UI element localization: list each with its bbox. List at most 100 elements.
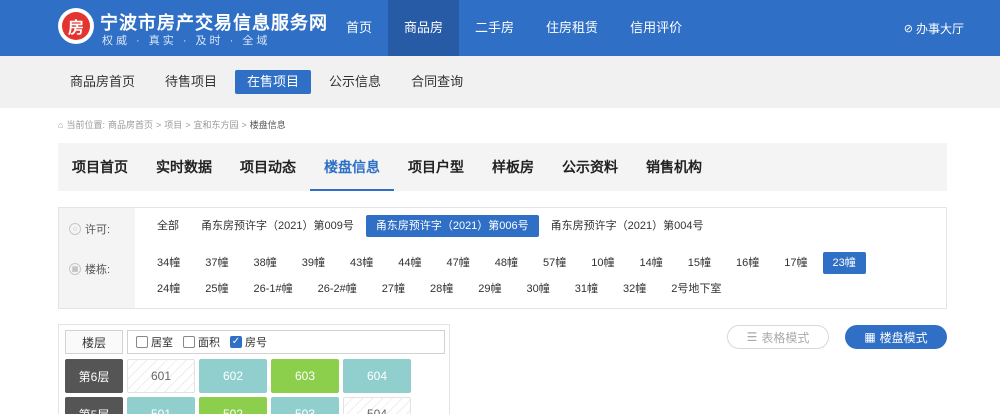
tab-realtime-data[interactable]: 实时数据 xyxy=(142,143,226,191)
unit-cell[interactable]: 501 xyxy=(127,397,195,414)
subnav-contract-query[interactable]: 合同查询 xyxy=(399,70,475,94)
permit-option[interactable]: 全部 xyxy=(147,215,189,237)
main-nav: 首页 商品房 二手房 住房租赁 信用评价 xyxy=(330,0,698,56)
unit-cell[interactable]: 503 xyxy=(271,397,339,414)
building-option[interactable]: 37幢 xyxy=(195,252,238,274)
filter-panel: ○ 许可: 全部 甬东房预许字（2021）第009号 甬东房预许字（2021）第… xyxy=(58,207,947,309)
floor-column-header: 楼层 xyxy=(65,330,123,354)
list-icon: ☰ xyxy=(746,330,758,344)
breadcrumb-separator: > xyxy=(185,119,191,130)
unit-cell[interactable]: 602 xyxy=(199,359,267,393)
grid-icon: ▦ xyxy=(864,330,876,344)
building-option[interactable]: 38幢 xyxy=(244,252,287,274)
nav-item-home[interactable]: 首页 xyxy=(330,0,388,56)
site-logo[interactable]: 房 xyxy=(58,8,94,44)
table-mode-label: 表格模式 xyxy=(761,330,810,345)
permit-label-text: 许可: xyxy=(85,224,111,236)
building-option[interactable]: 24幢 xyxy=(147,278,190,300)
breadcrumb-separator: > xyxy=(241,119,247,130)
building-mode-button[interactable]: ▦ 楼盘模式 xyxy=(845,325,947,349)
tab-public-documents[interactable]: 公示资料 xyxy=(548,143,632,191)
unit-cell[interactable]: 601 xyxy=(127,359,195,393)
building-option[interactable]: 44幢 xyxy=(388,252,431,274)
breadcrumb-current: 楼盘信息 xyxy=(249,120,286,130)
building-mode-label: 楼盘模式 xyxy=(879,330,928,345)
building-option[interactable]: 47幢 xyxy=(437,252,480,274)
permit-option[interactable]: 甬东房预许字（2021）第006号 xyxy=(365,215,539,237)
nav-item-credit[interactable]: 信用评价 xyxy=(614,0,698,56)
tab-project-home[interactable]: 项目首页 xyxy=(58,143,142,191)
building-option[interactable]: 26-2#幢 xyxy=(308,278,367,300)
building-option[interactable]: 29幢 xyxy=(468,278,511,300)
top-header: 房 宁波市房产交易信息服务网 权威 · 真实 · 及时 · 全域 首页 商品房 … xyxy=(0,0,1000,56)
nav-item-rental[interactable]: 住房租赁 xyxy=(530,0,614,56)
option-room-number[interactable]: ✓ 房号 xyxy=(230,334,267,350)
table-mode-button[interactable]: ☰ 表格模式 xyxy=(727,325,829,349)
building-option[interactable]: 10幢 xyxy=(581,252,624,274)
nav-item-new-homes[interactable]: 商品房 xyxy=(388,0,460,56)
display-options: 居室 面积 ✓ 房号 xyxy=(127,330,445,354)
home-icon: ⌂ xyxy=(58,119,64,130)
building-option[interactable]: 14幢 xyxy=(630,252,673,274)
building-option[interactable]: 17幢 xyxy=(774,252,817,274)
subnav-pending-projects[interactable]: 待售项目 xyxy=(153,70,229,94)
unit-cell[interactable]: 502 xyxy=(199,397,267,414)
building-option[interactable]: 23幢 xyxy=(822,252,866,274)
unit-cell[interactable]: 504 xyxy=(343,397,411,414)
sub-nav: 商品房首页 待售项目 在售项目 公示信息 合同查询 xyxy=(58,70,475,94)
building-icon: ▦ xyxy=(69,263,81,275)
option-label: 房号 xyxy=(245,337,267,349)
building-option[interactable]: 31幢 xyxy=(565,278,608,300)
unit-cell[interactable]: 604 xyxy=(343,359,411,393)
room-number-checkbox[interactable]: ✓ xyxy=(230,336,242,348)
building-option[interactable]: 32幢 xyxy=(613,278,656,300)
building-options-row-2: 24幢 25幢 26-1#幢 26-2#幢 27幢 28幢 29幢 30幢 31… xyxy=(147,278,736,300)
tab-building-info[interactable]: 楼盘信息 xyxy=(310,143,394,191)
breadcrumb-separator: > xyxy=(155,119,162,130)
building-option[interactable]: 43幢 xyxy=(340,252,383,274)
tab-sales-agency[interactable]: 销售机构 xyxy=(632,143,716,191)
building-option[interactable]: 16幢 xyxy=(726,252,769,274)
building-option[interactable]: 25幢 xyxy=(195,278,238,300)
building-option[interactable]: 34幢 xyxy=(147,252,190,274)
office-hall-link[interactable]: ⊘ 办事大厅 xyxy=(904,20,964,37)
subnav-on-sale-projects[interactable]: 在售项目 xyxy=(235,70,312,94)
permit-icon: ○ xyxy=(69,223,81,235)
unit-cell[interactable]: 603 xyxy=(271,359,339,393)
building-options-row-1: 34幢 37幢 38幢 39幢 43幢 44幢 47幢 48幢 57幢 10幢 … xyxy=(147,252,871,274)
room-type-checkbox[interactable] xyxy=(136,336,148,348)
area-checkbox[interactable] xyxy=(183,336,195,348)
floor-row: 第5层 501 502 503 504 xyxy=(65,397,411,414)
breadcrumb-link[interactable]: 宜和东方园 xyxy=(194,118,239,131)
nav-item-second-hand[interactable]: 二手房 xyxy=(459,0,530,56)
permit-option[interactable]: 甬东房预许字（2021）第009号 xyxy=(191,215,364,237)
building-option[interactable]: 15幢 xyxy=(678,252,721,274)
building-option[interactable]: 26-1#幢 xyxy=(244,278,303,300)
building-option[interactable]: 2号地下室 xyxy=(661,278,731,300)
tab-model-home[interactable]: 样板房 xyxy=(478,143,548,191)
logo-mark: 房 xyxy=(62,12,90,40)
building-option[interactable]: 39幢 xyxy=(292,252,335,274)
building-option[interactable]: 48幢 xyxy=(485,252,528,274)
site-slogan: 权威 · 真实 · 及时 · 全域 xyxy=(102,35,271,47)
breadcrumb-prefix: 当前位置: xyxy=(66,120,105,130)
option-label: 居室 xyxy=(151,337,173,349)
project-tabs: 项目首页 实时数据 项目动态 楼盘信息 项目户型 样板房 公示资料 销售机构 xyxy=(58,143,947,191)
building-option[interactable]: 28幢 xyxy=(420,278,463,300)
breadcrumb-link[interactable]: 项目 xyxy=(164,118,182,131)
subnav-new-home-index[interactable]: 商品房首页 xyxy=(58,70,147,94)
breadcrumb-link[interactable]: 商品房首页 xyxy=(108,118,153,131)
tab-floor-plans[interactable]: 项目户型 xyxy=(394,143,478,191)
building-option[interactable]: 57幢 xyxy=(533,252,576,274)
floor-label: 第6层 xyxy=(65,359,123,393)
sub-nav-bar: 商品房首页 待售项目 在售项目 公示信息 合同查询 xyxy=(0,56,1000,108)
tab-project-news[interactable]: 项目动态 xyxy=(226,143,310,191)
permit-option[interactable]: 甬东房预许字（2021）第004号 xyxy=(541,215,714,237)
breadcrumb: ⌂ 当前位置: 商品房首页 > 项目 > 宜和东方园 > 楼盘信息 xyxy=(58,118,286,131)
building-option[interactable]: 27幢 xyxy=(372,278,415,300)
subnav-public-info[interactable]: 公示信息 xyxy=(317,70,393,94)
option-room-type[interactable]: 居室 xyxy=(136,334,173,350)
floor-grid-panel: 楼层 居室 面积 ✓ 房号 第6层 601 602 603 604 第5层 50… xyxy=(58,324,450,414)
building-option[interactable]: 30幢 xyxy=(517,278,560,300)
option-area[interactable]: 面积 xyxy=(183,334,220,350)
